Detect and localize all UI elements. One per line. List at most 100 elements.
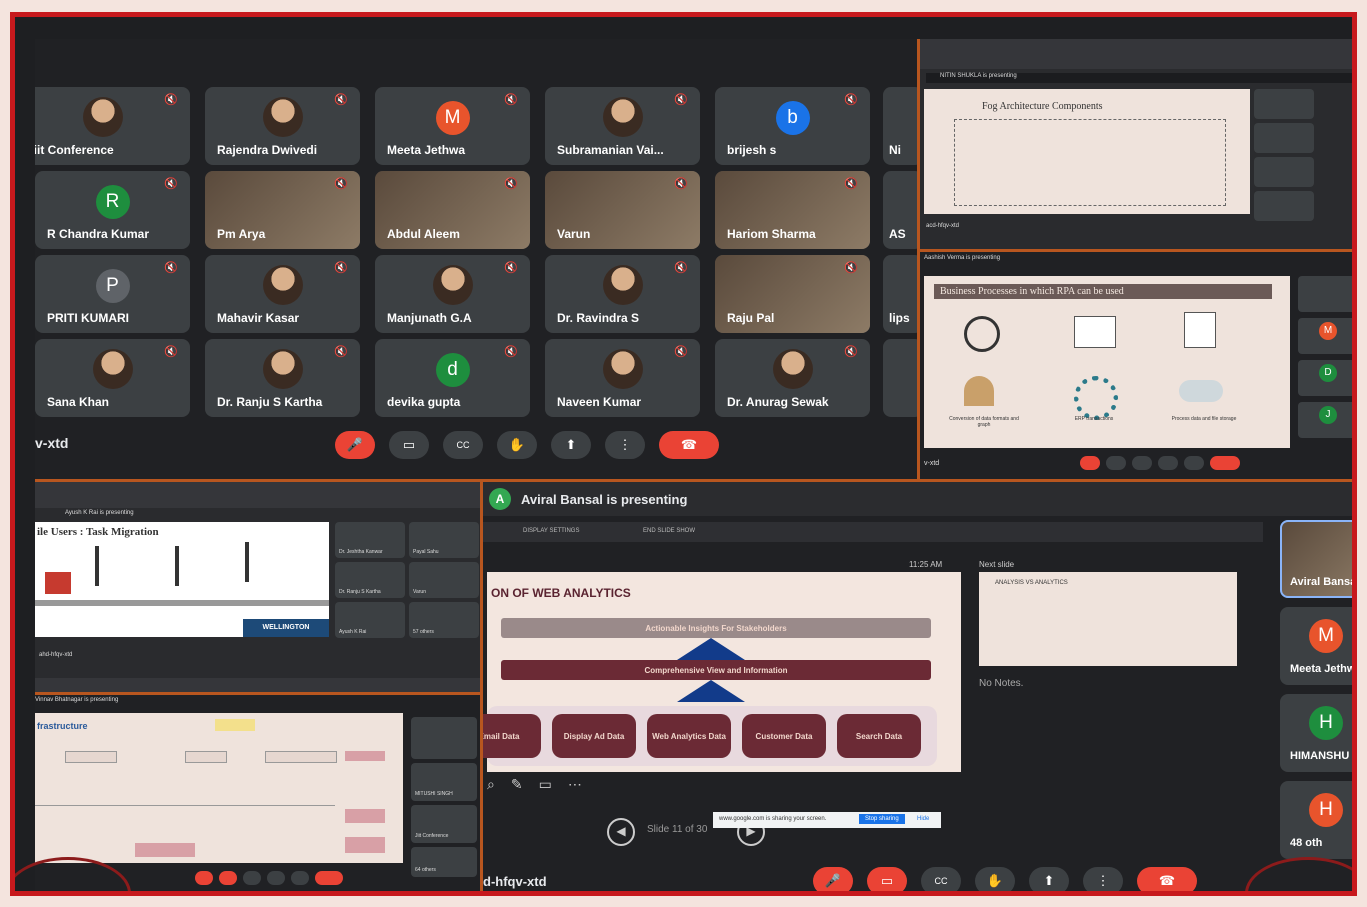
partial-tile-2: AS [883, 171, 917, 249]
present-icon[interactable] [291, 871, 309, 885]
migration-panel: Ayush K Rai is presenting ile Users : Ta… [35, 482, 480, 692]
display-settings-button[interactable]: DISPLAY SETTINGS [523, 528, 579, 534]
presenting-banner: NITIN SHUKLA is presenting [926, 73, 1352, 83]
pen-icon[interactable]: ✎ [511, 776, 523, 793]
hand-icon[interactable]: ✋ [975, 867, 1015, 891]
side-tile[interactable]: Payal Sahu [409, 522, 479, 558]
participant-tile[interactable]: 🔇 Varun [545, 171, 700, 249]
source-box: Search Data [837, 714, 921, 758]
mic-off-icon[interactable]: 🎤 [335, 431, 375, 459]
camera-icon[interactable]: ▭ [389, 431, 429, 459]
screen-icon[interactable]: ▭ [539, 776, 552, 793]
mic-off-icon[interactable] [195, 871, 213, 885]
side-tile: D [1298, 360, 1352, 396]
cc-icon[interactable]: CC [443, 431, 483, 459]
participant-tile[interactable]: 🔇 Dr. Ranju S Kartha [205, 339, 360, 417]
avatar: M [1309, 619, 1343, 653]
participant-name: Jiit Conference [35, 143, 114, 157]
participant-name: Meeta Jethwa [387, 143, 466, 157]
mic-off-icon[interactable] [1080, 456, 1100, 470]
phone-end-icon[interactable] [315, 871, 343, 885]
participant-tile[interactable]: 🔇 Abdul Aleem [375, 171, 530, 249]
present-icon[interactable]: ⬆ [551, 431, 591, 459]
prev-slide-button[interactable]: ◀ [607, 818, 635, 846]
mic-off-icon: 🔇 [674, 94, 688, 106]
hand-icon[interactable] [1158, 456, 1178, 470]
diagram [954, 119, 1226, 206]
camera-icon[interactable] [219, 871, 237, 885]
mic-off-icon: 🔇 [844, 94, 858, 106]
side-tile[interactable]: Varun [409, 562, 479, 598]
cc-icon[interactable] [243, 871, 261, 885]
cc-icon[interactable]: CC [921, 867, 961, 891]
side-name: 64 others [415, 867, 436, 873]
participant-tile[interactable]: 🔇 Jiit Conference [35, 87, 190, 165]
camera-icon[interactable] [1106, 456, 1126, 470]
collage-frame: 🔇 Jiit Conference 🔇 Rajendra Dwivedi M 🔇 Meeta… [10, 12, 1357, 896]
participant-tile[interactable]: 🔇 Subramanian Vai... [545, 87, 700, 165]
browser-bar [35, 482, 480, 508]
participant-tile[interactable]: 🔇 Mahavir Kasar [205, 255, 360, 333]
participant-tile[interactable]: 🔇 Pm Arya [205, 171, 360, 249]
participant-tile[interactable]: 🔇 Dr. Anurag Sewak [715, 339, 870, 417]
participant-tile[interactable]: 🔇 Dr. Ravindra S [545, 255, 700, 333]
profile-photo [432, 265, 473, 305]
side-name: Varun [413, 589, 426, 595]
mic-off-icon[interactable]: 🎤 [813, 867, 853, 891]
side-tile[interactable]: Ayush K Rai [335, 602, 405, 638]
participant-tile[interactable]: b 🔇 brijesh s [715, 87, 870, 165]
camera-off-icon[interactable]: ▭ [867, 867, 907, 891]
participant-tile[interactable]: 🔇 Hariom Sharma [715, 171, 870, 249]
search-icon[interactable]: ⌕ [487, 776, 495, 793]
mic-off-icon: 🔇 [674, 346, 688, 358]
control-bar: 🎤 ▭ CC ✋ ⬆ ⋮ ☎ [813, 867, 1197, 891]
participant-name: PRITI KUMARI [47, 311, 129, 325]
cloud-icon [1179, 380, 1223, 402]
phone-end-icon[interactable]: ☎ [1137, 867, 1197, 891]
end-slideshow-button[interactable]: END SLIDE SHOW [643, 528, 695, 534]
next-slide-preview[interactable]: ANALYSIS VS ANALYTICS [979, 572, 1237, 666]
participant-name: Naveen Kumar [557, 395, 642, 409]
participant-tile[interactable]: M 🔇 Meeta Jethwa [375, 87, 530, 165]
participant-tile[interactable]: P 🔇 PRITI KUMARI [35, 255, 190, 333]
presenter-toolbar: DISPLAY SETTINGS END SLIDE SHOW [483, 522, 1263, 542]
participant-name: Varun [557, 227, 591, 241]
tower-icon [95, 546, 99, 586]
phone-end-icon[interactable]: ☎ [659, 431, 719, 459]
side-tile[interactable]: Dr. Ranju S Kartha [335, 562, 405, 598]
more-icon[interactable]: ⋮ [1083, 867, 1123, 891]
present-icon[interactable] [1184, 456, 1204, 470]
cc-icon[interactable] [1132, 456, 1152, 470]
present-icon[interactable]: ⬆ [1029, 867, 1069, 891]
side-tile[interactable]: H 48 oth [1280, 781, 1352, 859]
side-name: Ayush K Rai [339, 629, 367, 635]
participant-tile[interactable]: 🔇 Naveen Kumar [545, 339, 700, 417]
side-tile[interactable]: Dr. Jeshtha Kanwar [335, 522, 405, 558]
more-icon[interactable]: ⋯ [568, 776, 582, 793]
clock: 11:25 AM [909, 560, 943, 569]
caption: Process data and file storage [1171, 416, 1237, 422]
side-tile [1254, 89, 1314, 119]
participant-name: 48 oth [1290, 837, 1323, 849]
phone-end-icon[interactable] [1210, 456, 1240, 470]
participant-tile[interactable]: 🔇 Manjunath G.A [375, 255, 530, 333]
side-tile[interactable]: M Meeta Jethw [1280, 607, 1352, 685]
more-icon[interactable]: ⋮ [605, 431, 645, 459]
side-tile [411, 717, 477, 759]
side-tile [1254, 123, 1314, 153]
participant-tile[interactable]: 🔇 Rajendra Dwivedi [205, 87, 360, 165]
partial-tile-3: lips [883, 255, 917, 333]
partial-tile-4 [883, 339, 917, 417]
hide-button[interactable]: Hide [917, 816, 929, 822]
participant-tile[interactable]: R 🔇 R Chandra Kumar [35, 171, 190, 249]
side-tile[interactable]: Aviral Bansal [1280, 520, 1352, 598]
participant-tile[interactable]: 🔇 Raju Pal [715, 255, 870, 333]
participant-tile[interactable]: 🔇 Sana Khan [35, 339, 190, 417]
stop-sharing-button[interactable]: Stop sharing [859, 814, 905, 824]
hand-icon[interactable]: ✋ [497, 431, 537, 459]
participant-tile[interactable]: d 🔇 devika gupta [375, 339, 530, 417]
hand-icon[interactable] [267, 871, 285, 885]
side-tile[interactable]: H HIMANSHU [1280, 694, 1352, 772]
side-tile[interactable]: 57 others [409, 602, 479, 638]
mic-off-icon: 🔇 [504, 94, 518, 106]
